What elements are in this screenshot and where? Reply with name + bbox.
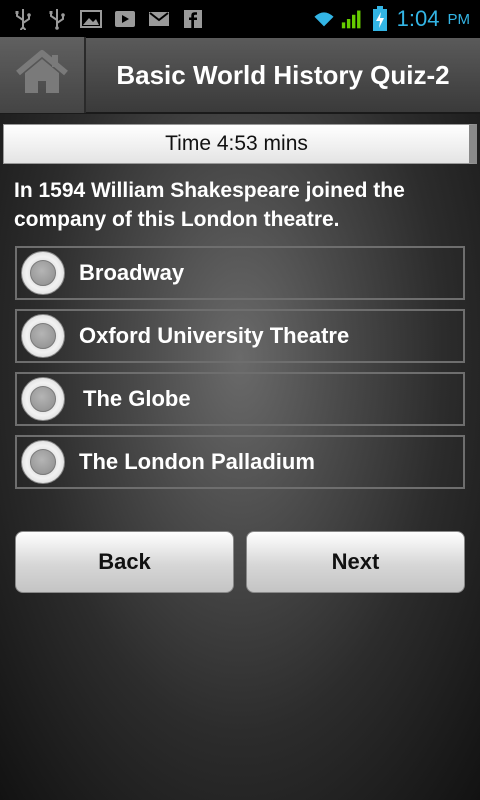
answer-option-label: The Globe bbox=[83, 386, 191, 411]
answer-option-3[interactable]: The Globe bbox=[15, 372, 465, 426]
play-icon bbox=[114, 8, 136, 30]
quiz-screen: Basic World History Quiz-2 Time 4:53 min… bbox=[0, 37, 480, 800]
radio-button[interactable] bbox=[21, 377, 65, 421]
radio-button[interactable] bbox=[21, 251, 65, 295]
battery-icon bbox=[369, 6, 391, 31]
notification-icons bbox=[0, 8, 204, 30]
answer-option-label: Broadway bbox=[79, 260, 185, 285]
clock-time: 1:04 bbox=[396, 6, 440, 31]
question-text: In 1594 William Shakespeare joined the c… bbox=[14, 179, 405, 231]
wifi-icon bbox=[313, 8, 335, 30]
clock-ampm: PM bbox=[447, 10, 471, 28]
facebook-icon bbox=[182, 8, 204, 30]
radio-button[interactable] bbox=[21, 314, 65, 358]
home-icon bbox=[14, 49, 70, 101]
next-button[interactable]: Next bbox=[246, 531, 465, 593]
image-icon bbox=[80, 8, 102, 30]
page-title: Basic World History Quiz-2 bbox=[116, 59, 450, 90]
signal-icon bbox=[341, 8, 363, 30]
gmail-icon bbox=[148, 8, 170, 30]
back-button[interactable]: Back bbox=[15, 531, 234, 593]
usb-icon bbox=[46, 8, 68, 30]
answer-option-4[interactable]: The London Palladium bbox=[15, 435, 465, 489]
radio-indicator bbox=[30, 323, 56, 349]
header-bar: Basic World History Quiz-2 bbox=[0, 37, 480, 114]
usb-icon bbox=[12, 8, 34, 30]
radio-indicator bbox=[30, 386, 56, 412]
system-status: 1:04 PM bbox=[313, 6, 480, 32]
answer-option-1[interactable]: Broadway bbox=[15, 246, 465, 300]
answer-option-label: The London Palladium bbox=[79, 449, 315, 474]
answer-option-2[interactable]: Oxford University Theatre bbox=[15, 309, 465, 363]
radio-indicator bbox=[30, 260, 56, 286]
timer-display: Time 4:53 mins bbox=[3, 124, 477, 164]
home-button[interactable] bbox=[0, 37, 86, 113]
answer-option-label: Oxford University Theatre bbox=[79, 323, 350, 348]
radio-indicator bbox=[30, 449, 56, 475]
status-bar: 1:04 PM bbox=[0, 0, 480, 38]
radio-button[interactable] bbox=[21, 440, 65, 484]
